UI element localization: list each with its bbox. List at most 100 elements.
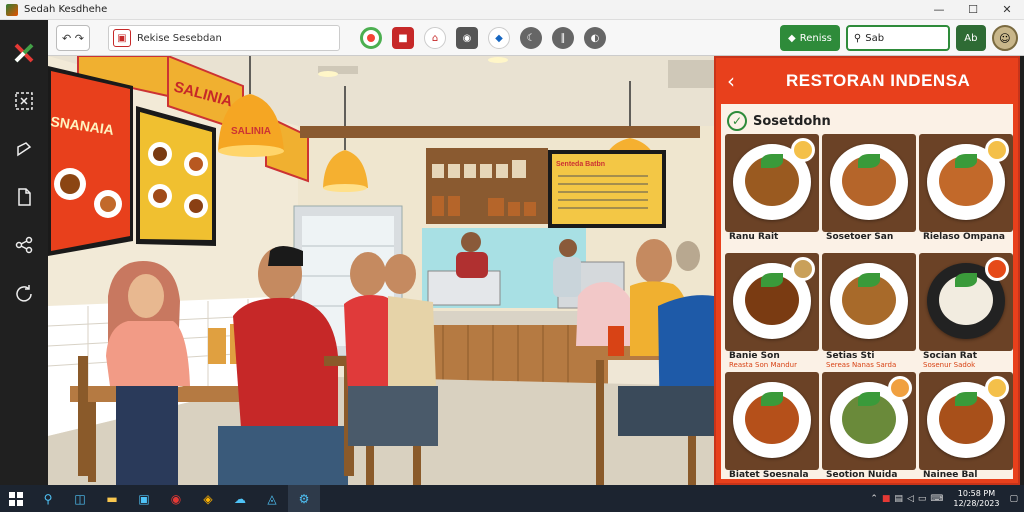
green-button-label: Reniss (799, 32, 832, 44)
section-header: ✓ Sosetdohn (727, 110, 831, 132)
globe-icon[interactable]: ◆ (488, 27, 510, 49)
dish-image (822, 372, 916, 470)
chevron-up-icon[interactable]: ⌃ (870, 494, 878, 504)
menu-card[interactable]: Nainee Bal (919, 372, 1013, 485)
clock[interactable]: 10:58 PM 12/28/2023 (953, 489, 999, 509)
taskbar: ⚲ ◫ ▬ ▣ ◉ ◈ ☁ ◬ ⚙ ⌃ ■ ▤ ◁ ▭ ⌨ 10:58 PM 1… (0, 485, 1024, 512)
check-icon: ✓ (727, 111, 747, 131)
menu-card[interactable]: Seotion Nuida (822, 372, 916, 485)
network-icon[interactable] (11, 232, 37, 258)
restaurant-panel: ‹ RESTORAN INDENSA ✓ Sosetdohn Ranu Rait… (714, 56, 1020, 485)
menu-card[interactable]: Banie Son Reasta Son Mandur (725, 253, 819, 369)
stop-icon[interactable]: ■ (392, 27, 414, 49)
dish-image (822, 253, 916, 351)
edge-icon[interactable]: ◬ (256, 485, 288, 512)
menu-card[interactable]: Socian Rat Sosenur Sadok (919, 253, 1013, 369)
search-input[interactable]: ⚲ Sab (845, 25, 950, 51)
menu-card[interactable]: Ranu Rait (725, 134, 819, 247)
extension-icons: ■ ⌂ ◉ ◆ ☾ ∥ ◐ (360, 27, 606, 49)
maximize-button[interactable]: ☐ (956, 0, 990, 20)
page-icon: ▣ (113, 29, 131, 47)
dish-image (919, 253, 1013, 351)
dish-image (919, 134, 1013, 232)
lamp-sign: SALINIA (231, 126, 271, 137)
panel-body: ✓ Sosetdohn Ranu Rait Sosetoer San Riela… (721, 104, 1013, 480)
close-button[interactable]: ✕ (990, 0, 1024, 20)
system-tray: ⌃ ■ ▤ ◁ ▭ ⌨ 10:58 PM 12/28/2023 ▢ (870, 489, 1024, 509)
dish-image (822, 134, 916, 232)
scene-illustration: SALINIA SNANAIA SALINIA Senteda Batbn (48, 56, 714, 485)
chrome-icon[interactable] (360, 27, 382, 49)
nav-buttons: ↶ ↷ (56, 25, 90, 51)
dish-name: Sosetoer San (826, 232, 894, 242)
x-icon[interactable] (11, 40, 37, 66)
dish-name: Banie Son (729, 351, 780, 361)
notification-icon[interactable]: ▢ (1009, 494, 1018, 504)
dish-image (725, 372, 819, 470)
back-forward-button[interactable]: ↶ ↷ (56, 25, 90, 51)
window-titlebar: Sedah Kesdhehe — ☐ ✕ (0, 0, 1024, 20)
volume-icon[interactable]: ◁ (907, 494, 914, 504)
dark-button-label: Ab (964, 32, 978, 44)
toolbar-right: ◆ Reniss ⚲ Sab Ab ☺ (780, 25, 1018, 51)
select-icon[interactable] (11, 88, 37, 114)
section-title: Sosetdohn (753, 113, 831, 129)
network-icon[interactable]: ▤ (894, 494, 903, 504)
dish-image (725, 134, 819, 232)
address-bar[interactable]: ▣ Rekise Sesebdan (108, 25, 340, 51)
pause-icon[interactable]: ∥ (552, 27, 574, 49)
menu-card[interactable]: Rielaso Ompana (919, 134, 1013, 247)
undo-redo-label: ↶ ↷ (62, 31, 84, 45)
clock-date: 12/28/2023 (953, 498, 1000, 508)
dish-subtitle: Sereas Nanas Sarda (826, 361, 897, 369)
cloud-icon[interactable]: ☁ (224, 485, 256, 512)
task-view-icon[interactable]: ◫ (64, 485, 96, 512)
keyboard-icon[interactable]: ⌨ (930, 494, 943, 504)
battery-icon[interactable]: ▭ (918, 494, 927, 504)
moon-icon[interactable]: ☾ (520, 27, 542, 49)
menu-card[interactable]: Setias Sti Sereas Nanas Sarda (822, 253, 916, 369)
dish-name: Biatet Soesnala (729, 470, 809, 480)
restaurant-scene-image: SALINIA SNANAIA SALINIA Senteda Batbn (48, 56, 714, 485)
search-value: Sab (865, 32, 885, 44)
clock-time: 10:58 PM (957, 488, 996, 498)
avatar[interactable]: ☺ (991, 25, 1018, 51)
search-icon[interactable]: ⚲ (32, 485, 64, 512)
search-icon: ⚲ (853, 32, 862, 44)
menu-card[interactable]: Biatet Soesnala (725, 372, 819, 485)
shield-icon[interactable]: ◐ (584, 27, 606, 49)
dish-name: Rielaso Ompana (923, 232, 1005, 242)
address-text: Rekise Sesebdan (137, 32, 222, 44)
panel-header: ‹ RESTORAN INDENSA (716, 58, 1018, 104)
camera-icon[interactable]: ◉ (456, 27, 478, 49)
document-icon[interactable] (11, 184, 37, 210)
folder-icon[interactable]: ▬ (96, 485, 128, 512)
back-arrow-icon[interactable]: ‹ (716, 69, 746, 93)
dish-name: Seotion Nuida (826, 470, 898, 480)
store-icon[interactable]: ▣ (128, 485, 160, 512)
window-controls: — ☐ ✕ (922, 0, 1024, 20)
app-icon[interactable]: ◈ (192, 485, 224, 512)
app-logo-icon (6, 3, 18, 16)
left-sidebar (0, 20, 48, 485)
green-action-button[interactable]: ◆ Reniss (780, 25, 840, 51)
home-icon[interactable]: ⌂ (424, 27, 446, 49)
menu-card[interactable]: Sosetoer San (822, 134, 916, 247)
refresh-icon[interactable] (11, 280, 37, 306)
minimize-button[interactable]: — (922, 0, 956, 20)
diamond-icon: ◆ (788, 32, 796, 44)
dish-image (725, 253, 819, 351)
dish-name: Ranu Rait (729, 232, 779, 242)
dish-image (919, 372, 1013, 470)
dish-name: Setias Sti (826, 351, 875, 361)
share-icon[interactable] (11, 136, 37, 162)
browser-toolbar: ↶ ↷ ▣ Rekise Sesebdan ■ ⌂ ◉ ◆ ☾ ∥ ◐ ◆ Re… (48, 20, 1024, 56)
dish-subtitle: Sosenur Sadok (923, 361, 976, 369)
dish-name: Nainee Bal (923, 470, 978, 480)
menu-board-title: Senteda Batbn (556, 161, 605, 168)
chrome-icon[interactable]: ◉ (160, 485, 192, 512)
windows-icon[interactable] (0, 485, 32, 512)
dark-action-button[interactable]: Ab (955, 25, 986, 51)
settings-icon[interactable]: ⚙ (288, 485, 320, 512)
alert-icon[interactable]: ■ (882, 494, 891, 504)
